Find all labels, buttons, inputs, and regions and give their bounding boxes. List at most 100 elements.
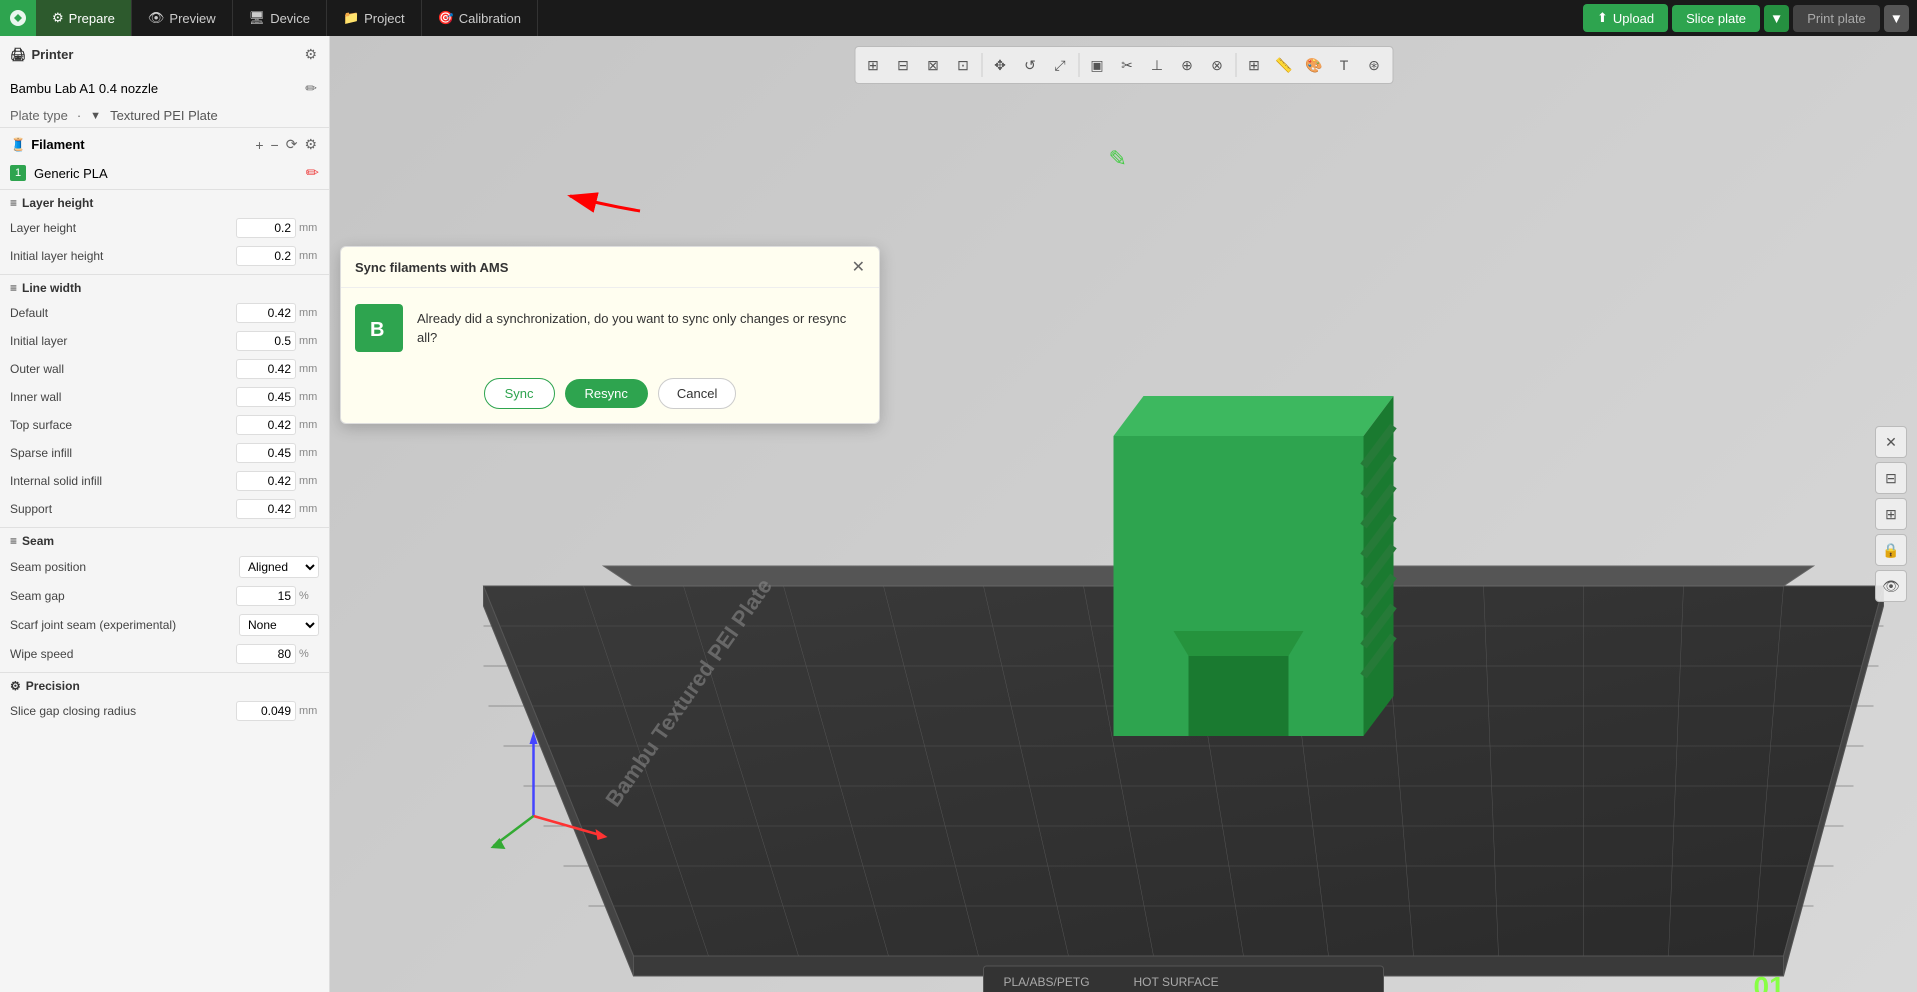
toolbar-arrange-btn[interactable]: ⊠ <box>919 51 947 79</box>
toolbar-move-btn[interactable]: ✥ <box>986 51 1014 79</box>
default-input[interactable] <box>236 303 296 323</box>
toolbar-scale-btn[interactable]: ⤢ <box>1046 51 1074 79</box>
3d-viewport[interactable]: Bambu Textured PEI Plate <box>330 36 1917 992</box>
right-toolbar-eye[interactable]: 👁 <box>1875 570 1907 602</box>
inner-wall-input[interactable] <box>236 387 296 407</box>
filament-settings-button[interactable]: ⚙ <box>302 134 319 155</box>
printer-section-header: 🖨 Printer ⚙ <box>0 36 329 73</box>
filament-actions: + − ⟳ ⚙ <box>253 134 319 155</box>
outer-wall-row: Outer wall mm <box>0 355 329 383</box>
precision-group-title: ⚙ Precision <box>0 672 329 697</box>
svg-text:✎: ✎ <box>1109 146 1127 171</box>
layer-height-group: ≡ Layer height Layer height mm Initial l… <box>0 187 329 272</box>
edit-printer-button[interactable]: ✏ <box>303 78 319 99</box>
calibration-icon: 🎯 <box>438 10 454 26</box>
add-filament-button[interactable]: + <box>253 134 265 155</box>
filament-number: 1 <box>10 165 26 181</box>
3d-scene: Bambu Textured PEI Plate <box>330 36 1917 992</box>
toolbar-rotate-btn[interactable]: ↺ <box>1016 51 1044 79</box>
layer-height-input[interactable] <box>236 218 296 238</box>
right-toolbar-view[interactable]: ⊟ <box>1875 462 1907 494</box>
support-label: Support <box>10 502 236 516</box>
sparse-infill-input[interactable] <box>236 443 296 463</box>
sync-filament-button[interactable]: ⟳ <box>284 134 300 155</box>
scarf-joint-row: Scarf joint seam (experimental) None <box>0 610 329 640</box>
dialog-close-button[interactable]: ✕ <box>852 257 865 277</box>
seam-position-label: Seam position <box>10 560 239 574</box>
line-width-group: ≡ Line width Default mm Initial layer mm… <box>0 272 329 525</box>
initial-layer-height-row: Initial layer height mm <box>0 242 329 270</box>
wipe-speed-input[interactable] <box>236 644 296 664</box>
toolbar-cut-btn[interactable]: ✂ <box>1113 51 1141 79</box>
topbar: ⚙ Prepare 👁 Preview 🖥 Device 📁 Project 🎯… <box>0 0 1917 36</box>
toolbar-more-btn[interactable]: ⊛ <box>1360 51 1388 79</box>
initial-layer-lw-label: Initial layer <box>10 334 236 348</box>
cancel-button[interactable]: Cancel <box>658 378 736 409</box>
top-surface-input[interactable] <box>236 415 296 435</box>
outer-wall-input[interactable] <box>236 359 296 379</box>
right-toolbar-layout[interactable]: ⊞ <box>1875 498 1907 530</box>
scarf-joint-label: Scarf joint seam (experimental) <box>10 618 239 632</box>
inner-wall-label: Inner wall <box>10 390 236 404</box>
plate-type-label: Plate type <box>10 108 68 123</box>
initial-layer-lw-row: Initial layer mm <box>0 327 329 355</box>
project-icon: 📁 <box>343 10 359 26</box>
toolbar-color-btn[interactable]: 🎨 <box>1300 51 1328 79</box>
print-dropdown-arrow[interactable]: ▼ <box>1884 5 1909 32</box>
main-layout: 🖨 Printer ⚙ Bambu Lab A1 0.4 nozzle ✏ Pl… <box>0 36 1917 992</box>
dialog-header: Sync filaments with AMS ✕ <box>341 247 879 288</box>
toolbar-flat-btn[interactable]: ▣ <box>1083 51 1111 79</box>
sparse-infill-row: Sparse infill mm <box>0 439 329 467</box>
remove-filament-button[interactable]: − <box>269 134 281 155</box>
tab-preview[interactable]: 👁 Preview <box>132 0 233 36</box>
viewport-toolbar: ⊞ ⊟ ⊠ ⊡ ✥ ↺ ⤢ ▣ ✂ ⊥ ⊕ ⊗ ⊞ 📏 🎨 T ⊛ <box>854 46 1393 84</box>
dialog-title: Sync filaments with AMS <box>355 260 508 275</box>
seam-gap-unit: % <box>299 590 319 602</box>
initial-layer-height-unit: mm <box>299 250 319 262</box>
tab-prepare[interactable]: ⚙ Prepare <box>36 0 132 36</box>
tab-project[interactable]: 📁 Project <box>327 0 422 36</box>
resync-button[interactable]: Resync <box>565 379 648 408</box>
scarf-joint-select[interactable]: None <box>239 614 319 636</box>
wipe-speed-label: Wipe speed <box>10 647 236 661</box>
outer-wall-label: Outer wall <box>10 362 236 376</box>
initial-layer-height-input[interactable] <box>236 246 296 266</box>
slice-gap-input[interactable] <box>236 701 296 721</box>
toolbar-seam-btn[interactable]: ⊕ <box>1173 51 1201 79</box>
right-toolbar-lock[interactable]: 🔒 <box>1875 534 1907 566</box>
sidebar: 🖨 Printer ⚙ Bambu Lab A1 0.4 nozzle ✏ Pl… <box>0 36 330 992</box>
slice-dropdown-arrow[interactable]: ▼ <box>1764 5 1789 32</box>
toolbar-grid-btn[interactable]: ⊟ <box>889 51 917 79</box>
toolbar-text-btn[interactable]: T <box>1330 51 1358 79</box>
toolbar-fdm-btn[interactable]: ⊗ <box>1203 51 1231 79</box>
internal-solid-infill-row: Internal solid infill mm <box>0 467 329 495</box>
toolbar-measure-btn[interactable]: 📏 <box>1270 51 1298 79</box>
support-unit: mm <box>299 503 319 515</box>
slice-button[interactable]: Slice plate <box>1672 5 1760 32</box>
tab-device[interactable]: 🖥 Device <box>233 0 327 36</box>
svg-text:HOT SURFACE: HOT SURFACE <box>1134 975 1219 989</box>
support-row: Support mm <box>0 495 329 523</box>
seam-gap-input[interactable] <box>236 586 296 606</box>
internal-solid-infill-input[interactable] <box>236 471 296 491</box>
support-input[interactable] <box>236 499 296 519</box>
slice-gap-label: Slice gap closing radius <box>10 704 236 718</box>
print-button[interactable]: Print plate <box>1793 5 1880 32</box>
toolbar-orient-btn[interactable]: ⊞ <box>859 51 887 79</box>
toolbar-assemble-btn[interactable]: ⊞ <box>1240 51 1268 79</box>
toolbar-layer-btn[interactable]: ⊡ <box>949 51 977 79</box>
printer-settings-button[interactable]: ⚙ <box>302 44 319 65</box>
layer-height-value-group: mm <box>236 218 319 238</box>
svg-text:01: 01 <box>1754 971 1785 992</box>
upload-button[interactable]: ⬆ Upload <box>1583 4 1668 32</box>
toolbar-support-btn[interactable]: ⊥ <box>1143 51 1171 79</box>
seam-position-select[interactable]: Aligned Nearest Random <box>239 556 319 578</box>
internal-solid-infill-unit: mm <box>299 475 319 487</box>
sync-button[interactable]: Sync <box>484 378 555 409</box>
tab-calibration[interactable]: 🎯 Calibration <box>422 0 538 36</box>
initial-layer-lw-input[interactable] <box>236 331 296 351</box>
right-toolbar-close[interactable]: ✕ <box>1875 426 1907 458</box>
default-unit: mm <box>299 307 319 319</box>
filament-name: Generic PLA <box>34 166 108 181</box>
printer-section-title: 🖨 Printer <box>10 47 73 63</box>
